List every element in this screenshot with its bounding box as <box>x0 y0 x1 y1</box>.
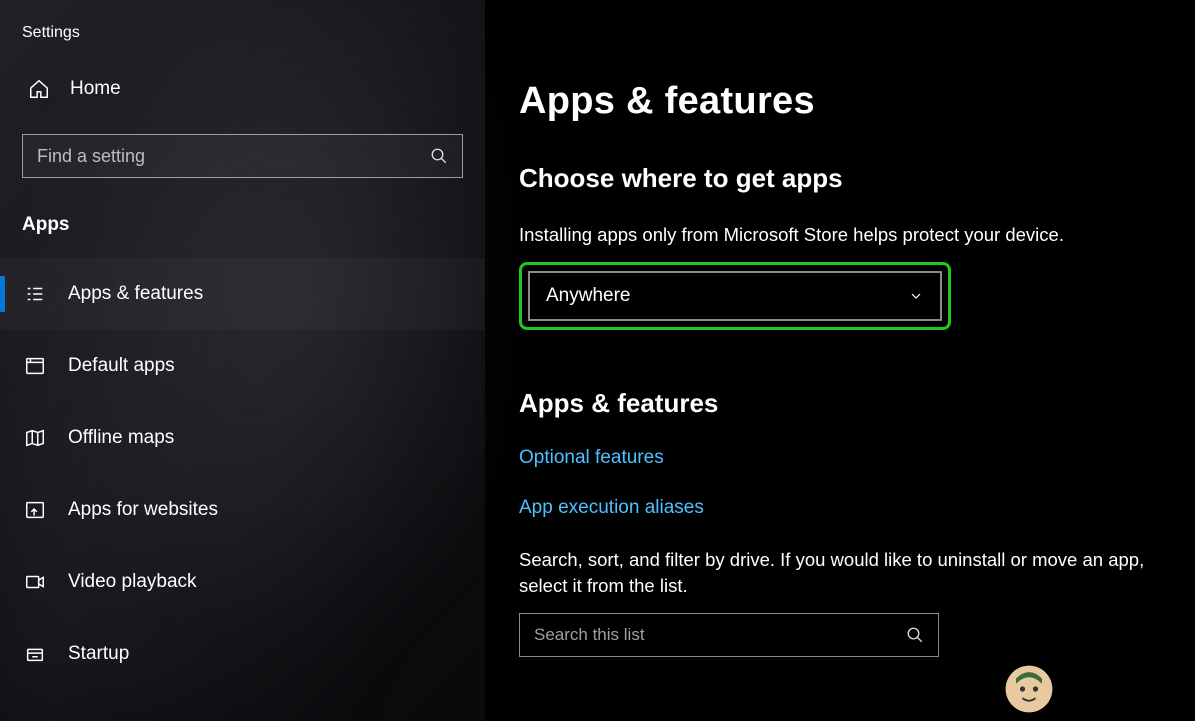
sidebar: Settings Home Apps Apps & features Defau… <box>0 0 485 721</box>
website-app-icon <box>24 499 46 521</box>
avatar <box>1003 663 1055 715</box>
window-title: Settings <box>0 16 485 68</box>
section-apps-features-title: Apps & features <box>519 388 1175 419</box>
sidebar-search[interactable] <box>22 134 463 178</box>
chevron-down-icon <box>908 288 924 304</box>
sidebar-item-default-apps[interactable]: Default apps <box>0 330 485 402</box>
sidebar-item-startup[interactable]: Startup <box>0 618 485 690</box>
map-icon <box>24 427 46 449</box>
main-content: Apps & features Choose where to get apps… <box>485 0 1195 721</box>
sidebar-item-apps-features[interactable]: Apps & features <box>0 258 485 330</box>
section-choose-apps-title: Choose where to get apps <box>519 163 1175 194</box>
page-title: Apps & features <box>519 80 1175 123</box>
optional-features-link[interactable]: Optional features <box>519 447 664 469</box>
search-icon <box>906 626 924 644</box>
app-source-select[interactable]: Anywhere <box>528 271 942 321</box>
app-source-value: Anywhere <box>546 285 631 307</box>
sidebar-item-label: Startup <box>68 643 129 665</box>
app-list-search[interactable] <box>519 613 939 657</box>
video-icon <box>24 571 46 593</box>
choose-apps-description: Installing apps only from Microsoft Stor… <box>519 222 1175 248</box>
startup-icon <box>24 643 46 665</box>
defaults-icon <box>24 355 46 377</box>
highlight-annotation: Anywhere <box>519 262 951 330</box>
home-icon <box>28 78 50 100</box>
sidebar-home[interactable]: Home <box>0 68 485 122</box>
app-list-search-input[interactable] <box>534 625 906 645</box>
sidebar-search-input[interactable] <box>37 146 430 167</box>
sidebar-item-offline-maps[interactable]: Offline maps <box>0 402 485 474</box>
filter-description: Search, sort, and filter by drive. If yo… <box>519 547 1175 599</box>
home-label: Home <box>70 78 121 100</box>
sidebar-category-label: Apps <box>0 200 485 258</box>
sidebar-item-video-playback[interactable]: Video playback <box>0 546 485 618</box>
search-icon <box>430 147 448 165</box>
list-icon <box>24 283 46 305</box>
sidebar-item-label: Apps & features <box>68 283 203 305</box>
app-execution-aliases-link[interactable]: App execution aliases <box>519 497 704 519</box>
sidebar-item-label: Offline maps <box>68 427 174 449</box>
sidebar-item-label: Apps for websites <box>68 499 218 521</box>
sidebar-item-label: Video playback <box>68 571 197 593</box>
sidebar-item-apps-for-websites[interactable]: Apps for websites <box>0 474 485 546</box>
sidebar-item-label: Default apps <box>68 355 175 377</box>
